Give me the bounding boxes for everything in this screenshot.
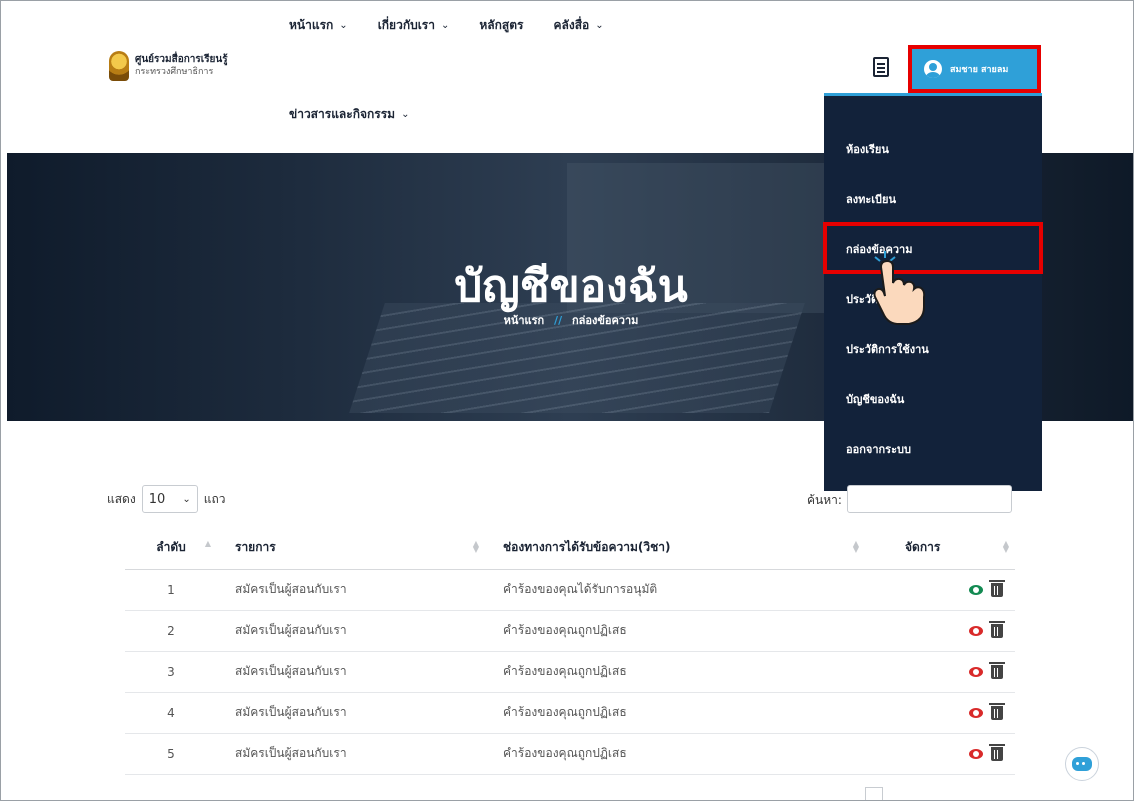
menu-item-my-account[interactable]: บัญชีของฉัน [846,390,904,408]
chevron-down-icon: ⌄ [441,20,450,31]
trash-icon[interactable] [989,620,1005,638]
table-row: 4 สมัครเป็นผู้สอนกับเรา คำร้องของคุณถูกป… [125,692,1015,734]
menu-item-logout[interactable]: ออกจากระบบ [846,440,911,458]
trash-icon[interactable] [989,579,1005,597]
sort-icon: ▲ [204,539,211,548]
trash-icon[interactable] [989,702,1005,720]
view-icon[interactable] [969,707,983,718]
sort-icon: ▲ ▼ [472,539,479,554]
row-actions [865,692,1015,734]
nav-item-about[interactable]: เกี่ยวกับเรา ⌄ [378,16,450,35]
breadcrumb-current: กล่องข้อความ [571,314,639,327]
row-channel: คำร้องของคุณถูกปฏิเสธ [485,692,865,734]
view-icon[interactable] [969,625,983,636]
row-item: สมัครเป็นผู้สอนกับเรา [217,569,485,611]
page-size-select[interactable]: 10 ⌄ [141,485,198,513]
main-nav: หน้าแรก ⌄ เกี่ยวกับเรา ⌄ หลักสูตร คลังสื… [289,16,604,35]
menu-item-classroom[interactable]: ห้องเรียน [846,140,889,158]
user-avatar-icon [924,60,942,78]
emblem-icon [109,51,129,81]
page-size-value: 10 [148,491,166,507]
chevron-down-icon: ⌄ [339,20,348,31]
chatbot-icon [1072,757,1092,771]
row-number: 1 [125,569,217,611]
trash-icon[interactable] [989,661,1005,679]
logo-text: ศูนย์รวมสื่อการเรียนรู้ กระทรวงศึกษาธิกา… [135,54,228,78]
pagination-button[interactable] [865,787,883,800]
row-actions [865,610,1015,652]
search-label: ค้นหา: [807,493,842,507]
show-label: แสดง [107,491,136,506]
chatbot-button[interactable] [1065,747,1099,781]
site-logo[interactable]: ศูนย์รวมสื่อการเรียนรู้ กระทรวงศึกษาธิกา… [109,51,228,81]
nav-item-courses[interactable]: หลักสูตร [479,16,523,35]
row-actions [865,733,1015,775]
row-channel: คำร้องของคุณถูกปฏิเสธ [485,651,865,693]
nav-item-label: หลักสูตร [479,18,524,32]
column-header-item[interactable]: รายการ ▲ ▼ [217,527,485,570]
row-actions [865,651,1015,693]
chevron-down-icon: ⌄ [595,20,604,31]
view-icon[interactable] [969,584,983,595]
rows-label: แถว [203,491,226,506]
row-item: สมัครเป็นผู้สอนกับเรา [217,692,485,734]
view-icon[interactable] [969,666,983,677]
pointer-hand-icon [873,251,926,325]
breadcrumb-home[interactable]: หน้าแรก [504,314,545,327]
page-size-control: แสดง 10 ⌄ แถว [107,485,225,513]
trash-icon[interactable] [989,743,1005,761]
column-header-manage[interactable]: จัดการ ▲ ▼ [865,527,1015,570]
table-row: 2 สมัครเป็นผู้สอนกับเรา คำร้องของคุณถูกป… [125,610,1015,652]
sort-icon: ▲ ▼ [1002,539,1009,554]
table-row: 1 สมัครเป็นผู้สอนกับเรา คำร้องของคุณได้ร… [125,569,1015,611]
page-frame: ศูนย์รวมสื่อการเรียนรู้ กระทรวงศึกษาธิกา… [0,0,1134,801]
nav-item-label: ข่าวสารและกิจกรรม [289,107,396,121]
logo-subtitle: กระทรวงศึกษาธิการ [135,67,214,77]
row-item: สมัครเป็นผู้สอนกับเรา [217,651,485,693]
table-row: 5 สมัครเป็นผู้สอนกับเรา คำร้องของคุณถูกป… [125,733,1015,775]
chevron-down-icon: ⌄ [401,109,410,120]
nav-item-label: หน้าแรก [289,18,334,32]
row-actions [865,569,1015,611]
nav-item-label: คลังสื่อ [553,18,590,32]
nav-item-home[interactable]: หน้าแรก ⌄ [289,16,348,35]
view-icon[interactable] [969,748,983,759]
column-header-channel[interactable]: ช่องทางการได้รับข้อความ(วิชา) ▲ ▼ [485,527,865,570]
nav-item-label: เกี่ยวกับเรา [377,18,435,32]
row-channel: คำร้องของคุณได้รับการอนุมัติ [485,569,865,611]
row-number: 2 [125,610,217,652]
search-input[interactable] [847,485,1012,513]
user-menu-button[interactable]: สมชาย สายลม [908,45,1041,93]
row-number: 5 [125,733,217,775]
chevron-down-icon: ⌄ [182,493,191,505]
user-name: สมชาย สายลม [950,65,1009,75]
book-icon[interactable] [873,57,889,77]
breadcrumb-separator: // [554,314,563,327]
row-item: สมัครเป็นผู้สอนกับเรา [217,733,485,775]
menu-item-register[interactable]: ลงทะเบียน [846,190,896,208]
sort-icon: ▲ ▼ [852,539,859,554]
table-header-row: ลำดับ ▲ รายการ ▲ ▼ ช่องทางการได้รับข้อความ(… [125,527,1015,570]
row-number: 3 [125,651,217,693]
menu-item-usage-history[interactable]: ประวัติการใช้งาน [846,340,929,358]
column-header-no[interactable]: ลำดับ ▲ [125,527,217,570]
row-channel: คำร้องของคุณถูกปฏิเสธ [485,733,865,775]
messages-table: ลำดับ ▲ รายการ ▲ ▼ ช่องทางการได้รับข้อความ(… [125,527,1015,775]
nav-item-news[interactable]: ข่าวสารและกิจกรรม ⌄ [289,105,409,124]
row-number: 4 [125,692,217,734]
logo-title: ศูนย์รวมสื่อการเรียนรู้ [135,54,228,65]
row-channel: คำร้องของคุณถูกปฏิเสธ [485,610,865,652]
row-item: สมัครเป็นผู้สอนกับเรา [217,610,485,652]
table-row: 3 สมัครเป็นผู้สอนกับเรา คำร้องของคุณถูกป… [125,651,1015,693]
user-dropdown-menu: ห้องเรียน ลงทะเบียน กล่องข้อความ ประวัติ… [823,93,1043,491]
nav-item-library[interactable]: คลังสื่อ ⌄ [553,16,603,35]
